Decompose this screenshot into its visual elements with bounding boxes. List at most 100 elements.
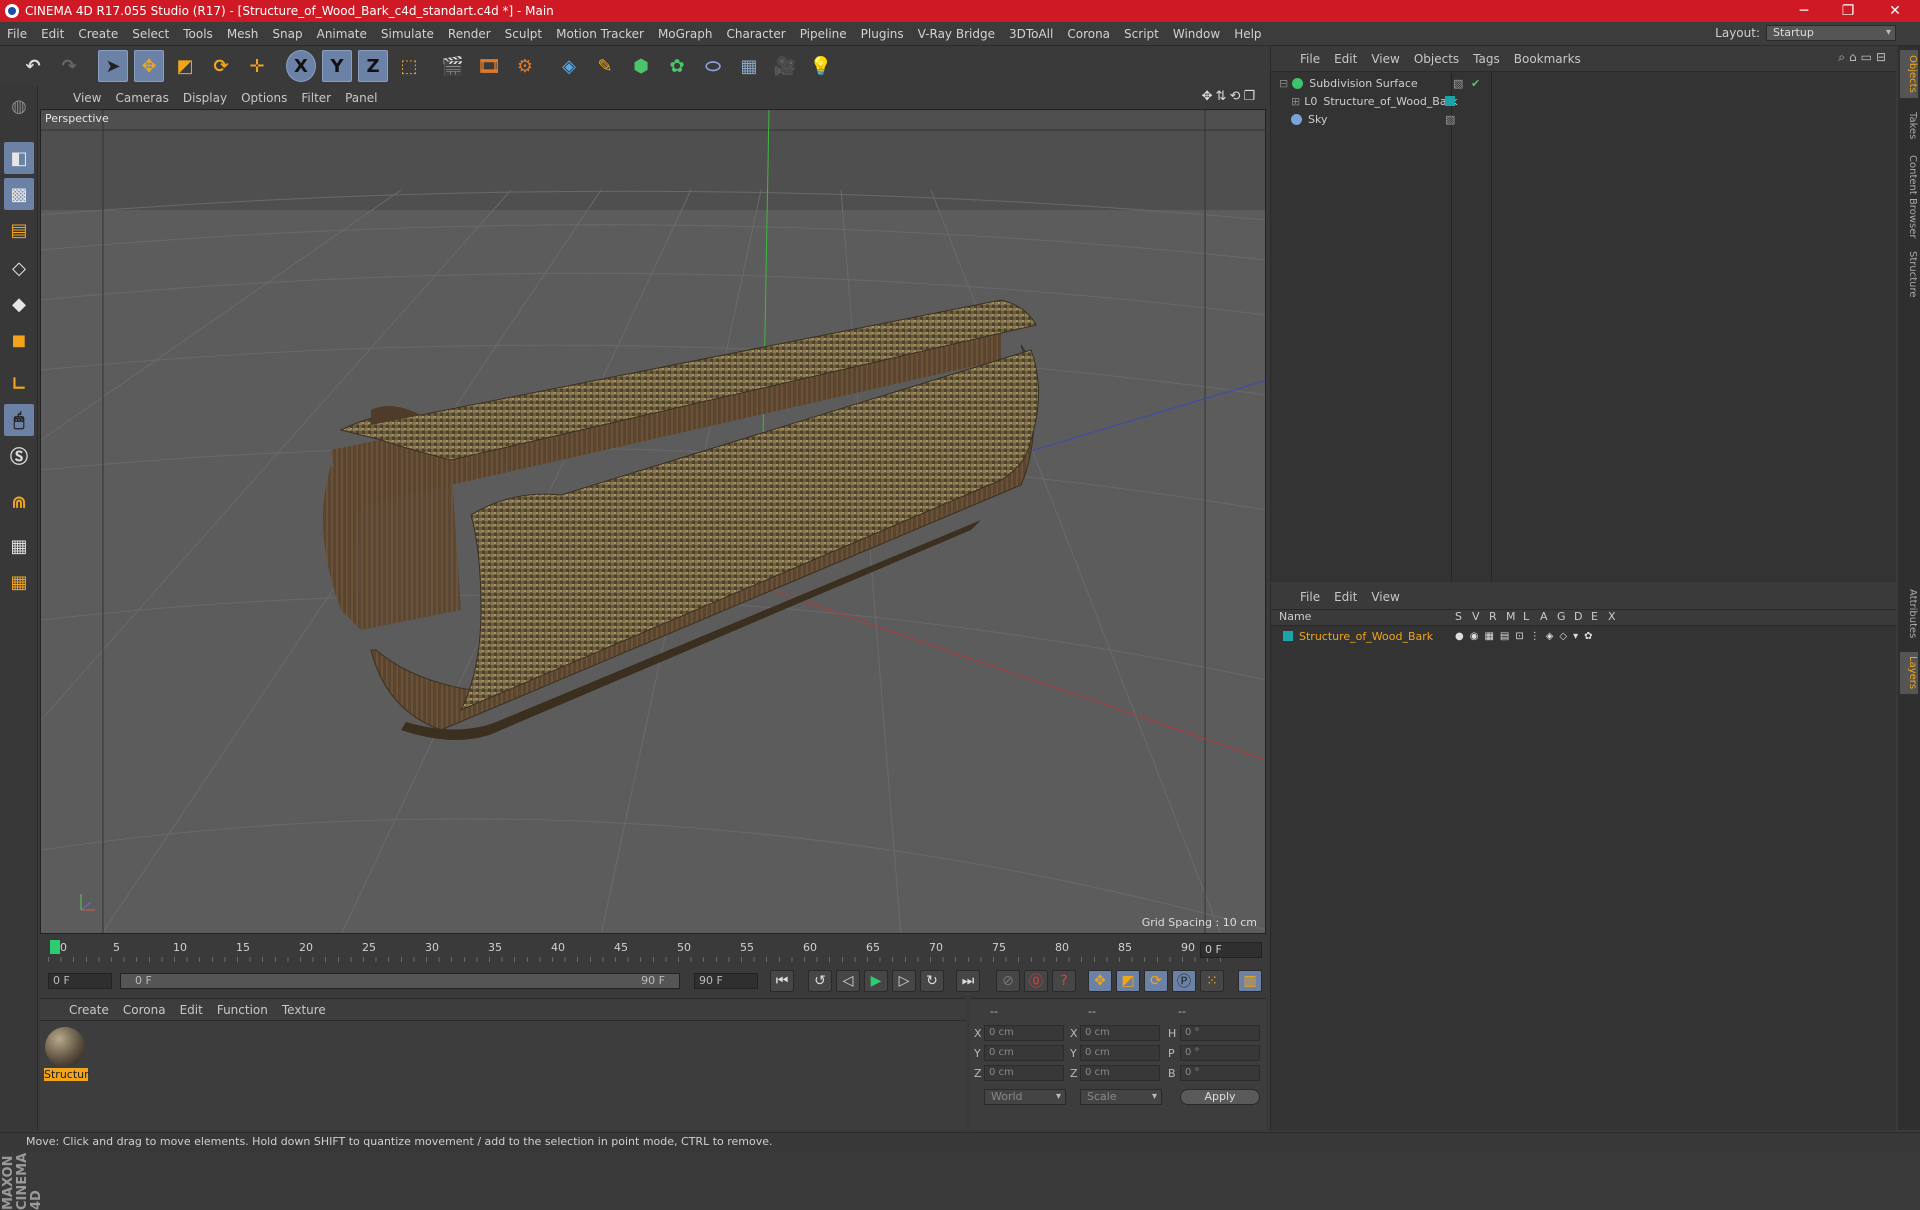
- tweak-mode-icon[interactable]: 🖱: [4, 404, 34, 436]
- obj-menu-view[interactable]: View: [1364, 52, 1406, 66]
- mat-menu-edit[interactable]: Edit: [173, 1003, 210, 1017]
- position-x-field[interactable]: 0 cm: [984, 1025, 1064, 1041]
- mat-menu-corona[interactable]: Corona: [116, 1003, 173, 1017]
- rotation-h-field[interactable]: 0 °: [1180, 1025, 1260, 1041]
- position-z-field[interactable]: 0 cm: [984, 1065, 1064, 1081]
- play-icon[interactable]: ▶: [864, 970, 888, 992]
- tree-toggle-icon[interactable]: ⊟: [1279, 77, 1288, 90]
- undo-icon[interactable]: ↶: [18, 50, 48, 82]
- object-row-structure-of-wood-bark[interactable]: ⊞ L0 Structure_of_Wood_Bark: [1291, 92, 1458, 110]
- menu-edit[interactable]: Edit: [34, 22, 71, 46]
- menu-plugins[interactable]: Plugins: [854, 22, 911, 46]
- layer-tag-icon[interactable]: ▧: [1453, 77, 1463, 90]
- key-rotation-icon[interactable]: ⟳: [1144, 970, 1168, 992]
- apply-button[interactable]: Apply: [1180, 1089, 1260, 1105]
- menu-3dtoall[interactable]: 3DToAll: [1002, 22, 1060, 46]
- mat-menu-create[interactable]: Create: [62, 1003, 116, 1017]
- menu-render[interactable]: Render: [441, 22, 498, 46]
- obj-menu-edit[interactable]: Edit: [1327, 52, 1364, 66]
- layer-menu-view[interactable]: View: [1364, 590, 1406, 604]
- current-frame-field[interactable]: 0 F: [1200, 942, 1262, 958]
- menu-tools[interactable]: Tools: [176, 22, 220, 46]
- obj-menu-file[interactable]: File: [1293, 52, 1327, 66]
- points-mode-icon[interactable]: ◇: [4, 252, 34, 284]
- viewport-menu-options[interactable]: Options: [234, 91, 294, 105]
- layer-row-structure-of-wood-bark[interactable]: Structure_of_Wood_Bark ●◉▦▤⊡⋮◈◇▾✿: [1283, 627, 1883, 645]
- size-z-field[interactable]: 0 cm: [1080, 1065, 1160, 1081]
- menu-mesh[interactable]: Mesh: [220, 22, 266, 46]
- cloner-icon[interactable]: ✿: [662, 50, 692, 82]
- 3d-viewport[interactable]: Perspective Grid Spacing : 10 cm: [40, 109, 1266, 934]
- menu-window[interactable]: Window: [1166, 22, 1227, 46]
- viewport-menu-view[interactable]: View: [66, 91, 108, 105]
- menu-animate[interactable]: Animate: [310, 22, 374, 46]
- menu-create[interactable]: Create: [71, 22, 125, 46]
- position-y-field[interactable]: 0 cm: [984, 1045, 1064, 1061]
- menu-help[interactable]: Help: [1227, 22, 1268, 46]
- layer-menu-edit[interactable]: Edit: [1327, 590, 1364, 604]
- workplane-icon[interactable]: ▤: [4, 214, 34, 246]
- minimize-button[interactable]: ─: [1782, 0, 1826, 22]
- viewport-nav-icons[interactable]: ✥⇅⟲❐: [1202, 89, 1258, 104]
- deformer-icon[interactable]: ⬭: [698, 50, 728, 82]
- next-frame-icon[interactable]: ▷: [892, 970, 916, 992]
- enabled-check-icon[interactable]: ✔: [1471, 77, 1480, 90]
- start-frame-field[interactable]: 0 F: [48, 973, 112, 989]
- menu-mograph[interactable]: MoGraph: [651, 22, 720, 46]
- texture-mode-icon[interactable]: ▩: [4, 178, 34, 210]
- model-mode-icon[interactable]: ◧: [4, 142, 34, 174]
- layer-flag-icons[interactable]: ●◉▦▤⊡⋮◈◇▾✿: [1455, 631, 1599, 642]
- camera-icon[interactable]: 🎥: [770, 50, 800, 82]
- planar-workplane-icon[interactable]: ▦: [4, 566, 34, 598]
- tree-toggle-icon[interactable]: ⊞: [1291, 95, 1300, 108]
- menu-corona[interactable]: Corona: [1060, 22, 1117, 46]
- mat-menu-function[interactable]: Function: [210, 1003, 275, 1017]
- layer-menu-file[interactable]: File: [1293, 590, 1327, 604]
- go-to-end-icon[interactable]: ⏭: [956, 970, 980, 992]
- make-editable-icon[interactable]: ◍: [4, 90, 34, 122]
- maximize-button[interactable]: ❐: [1826, 0, 1870, 22]
- next-key-icon[interactable]: ↻: [920, 970, 944, 992]
- menu-motion-tracker[interactable]: Motion Tracker: [549, 22, 651, 46]
- move-icon[interactable]: ✥: [134, 50, 164, 82]
- object-row-subdivision-surface[interactable]: ⊟ Subdivision Surface ▧ ✔: [1279, 74, 1480, 92]
- scale-icon[interactable]: ◩: [170, 50, 200, 82]
- obj-menu-objects[interactable]: Objects: [1407, 52, 1466, 66]
- layout-dropdown[interactable]: Startup: [1766, 25, 1896, 41]
- cube-icon[interactable]: ◈: [554, 50, 584, 82]
- render-settings-icon[interactable]: ⚙: [510, 50, 540, 82]
- subdivision-icon[interactable]: ⬢: [626, 50, 656, 82]
- viewport-menu-panel[interactable]: Panel: [338, 91, 384, 105]
- timeline-ruler[interactable]: 0 5 10 15 20 25 30 35 40 45 50 55 60 65 …: [40, 938, 1266, 966]
- key-parameter-icon[interactable]: Ⓟ: [1172, 970, 1196, 992]
- menu-character[interactable]: Character: [719, 22, 792, 46]
- tab-layers[interactable]: Layers: [1900, 652, 1918, 694]
- menu-sculpt[interactable]: Sculpt: [498, 22, 549, 46]
- menu-pipeline[interactable]: Pipeline: [793, 22, 854, 46]
- material-thumbnail[interactable]: Structur: [44, 1027, 89, 1081]
- go-to-start-icon[interactable]: ⏮: [770, 970, 794, 992]
- timeline-window-icon[interactable]: ▥: [1238, 970, 1262, 992]
- redo-icon[interactable]: ↷: [54, 50, 84, 82]
- menu-snap[interactable]: Snap: [265, 22, 309, 46]
- key-position-icon[interactable]: ✥: [1088, 970, 1112, 992]
- autokey-icon[interactable]: ⓪: [1024, 970, 1048, 992]
- key-pla-icon[interactable]: ⁙: [1200, 970, 1224, 992]
- menu-simulate[interactable]: Simulate: [374, 22, 441, 46]
- viewport-menu-cameras[interactable]: Cameras: [108, 91, 175, 105]
- x-axis-icon[interactable]: X: [286, 50, 316, 82]
- size-x-field[interactable]: 0 cm: [1080, 1025, 1160, 1041]
- size-mode-dropdown[interactable]: Scale: [1080, 1089, 1162, 1105]
- floor-icon[interactable]: ▦: [734, 50, 764, 82]
- tab-objects[interactable]: Objects: [1900, 50, 1918, 98]
- render-picture-viewer-icon[interactable]: 🎞: [474, 50, 504, 82]
- y-axis-icon[interactable]: Y: [322, 50, 352, 82]
- select-arrow-icon[interactable]: ➤: [98, 50, 128, 82]
- menu-select[interactable]: Select: [125, 22, 176, 46]
- viewport-menu-filter[interactable]: Filter: [294, 91, 338, 105]
- previous-frame-icon[interactable]: ◁: [836, 970, 860, 992]
- size-y-field[interactable]: 0 cm: [1080, 1045, 1160, 1061]
- obj-menu-bookmarks[interactable]: Bookmarks: [1507, 52, 1588, 66]
- object-row-sky[interactable]: Sky ▧: [1291, 110, 1455, 128]
- menu-script[interactable]: Script: [1117, 22, 1166, 46]
